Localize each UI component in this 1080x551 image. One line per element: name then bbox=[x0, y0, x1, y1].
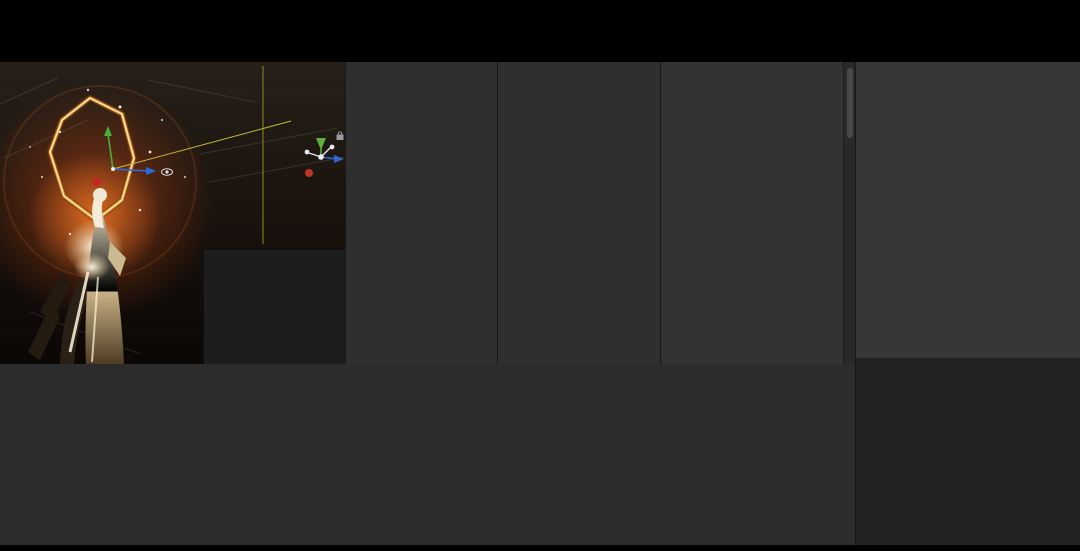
particle-effect-panel bbox=[203, 249, 345, 365]
bottom-letterbox bbox=[0, 545, 1080, 551]
hierarchy-panel bbox=[345, 62, 497, 365]
timeline-panel bbox=[0, 364, 855, 545]
inspector-panel bbox=[855, 62, 1080, 358]
project-tree-panel bbox=[497, 62, 660, 365]
scene-view[interactable] bbox=[0, 62, 345, 365]
unity-editor-window bbox=[0, 0, 1080, 551]
project-grid-scrollbar[interactable] bbox=[843, 62, 855, 365]
top-letterbox bbox=[0, 0, 1080, 62]
particle-curves-panel bbox=[855, 358, 1080, 545]
project-assets-panel bbox=[660, 62, 843, 365]
